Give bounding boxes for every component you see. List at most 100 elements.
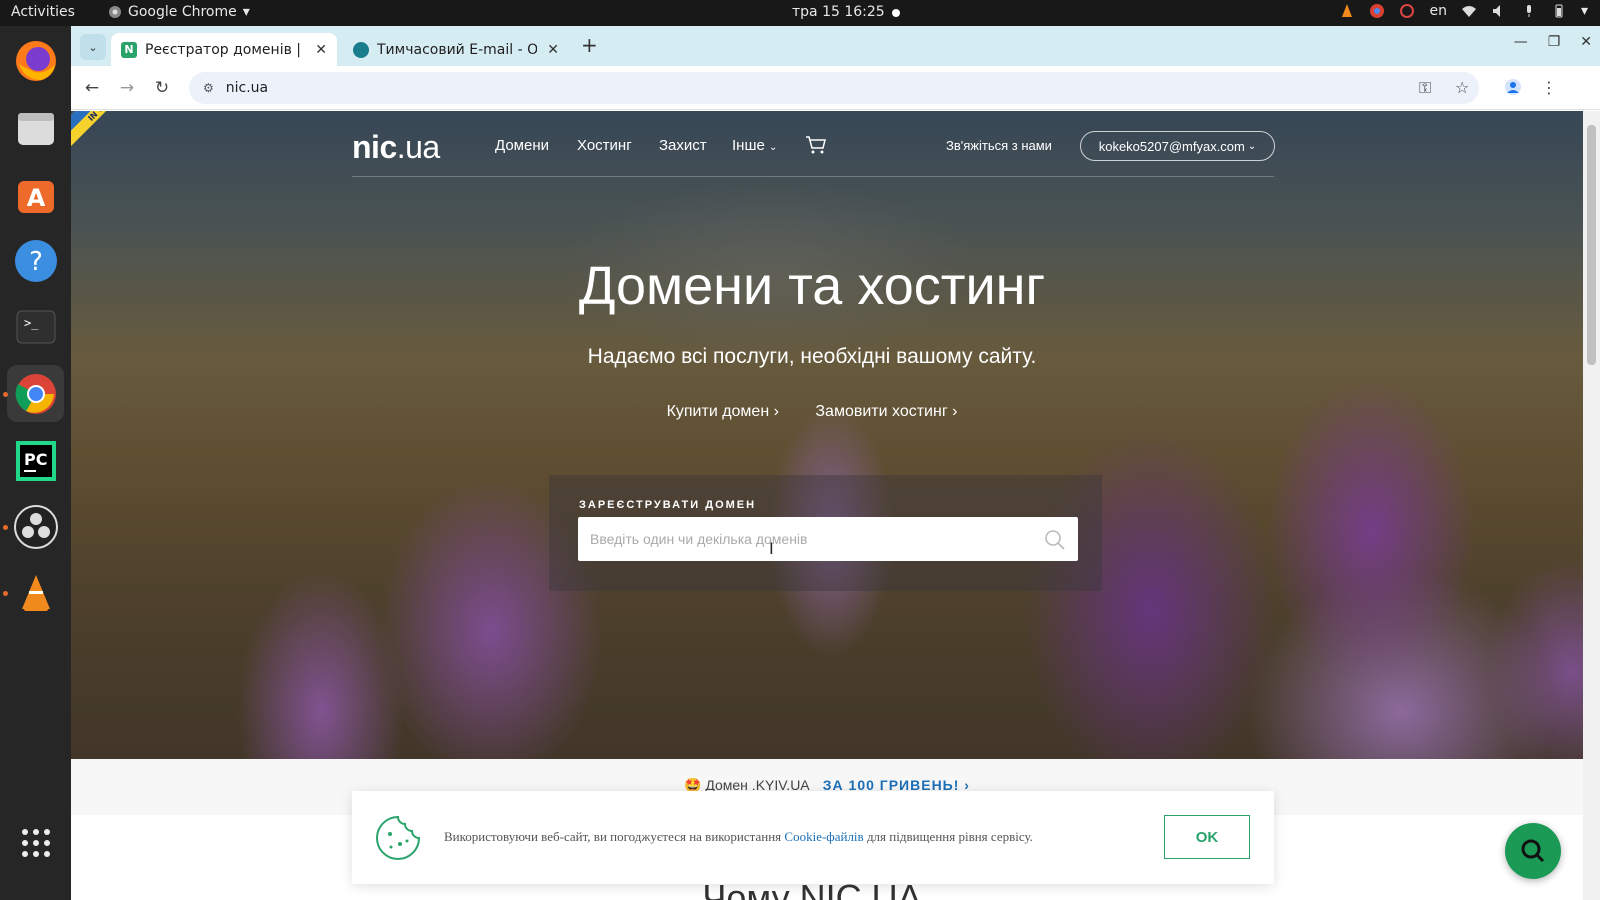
kebab-menu-icon[interactable]: ⋮ bbox=[1541, 78, 1557, 97]
running-indicator bbox=[3, 392, 8, 397]
nav-hosting[interactable]: Хостинг bbox=[577, 137, 632, 154]
chevron-down-icon: ▾ bbox=[242, 4, 250, 20]
window-controls: — ❐ ✕ bbox=[1514, 34, 1600, 50]
page-scrollbar[interactable] bbox=[1583, 111, 1600, 900]
floating-search-button[interactable] bbox=[1505, 823, 1561, 879]
firefox-icon bbox=[15, 40, 56, 81]
dock-pycharm[interactable]: PC bbox=[7, 432, 64, 489]
domain-search-input[interactable] bbox=[578, 517, 1078, 561]
account-email: kokeko5207@mfyax.com bbox=[1098, 138, 1245, 154]
order-hosting-link[interactable]: Замовити хостинг › bbox=[815, 403, 957, 420]
clock[interactable]: тра 15 16:25 bbox=[792, 4, 885, 20]
new-tab-button[interactable]: + bbox=[581, 33, 598, 57]
obs-icon bbox=[13, 504, 58, 549]
address-bar[interactable]: ⚙ nic.ua bbox=[189, 72, 1479, 104]
hero-links: Купити домен › Замовити хостинг › bbox=[71, 403, 1553, 421]
dock-firefox[interactable] bbox=[7, 32, 64, 89]
chrome-tray-icon[interactable] bbox=[1369, 3, 1385, 19]
cookie-banner: Використовуючи веб-сайт, ви погоджуєтеся… bbox=[352, 791, 1274, 884]
nav-other[interactable]: Інше ⌄ bbox=[732, 137, 777, 154]
cookie-icon bbox=[376, 815, 421, 860]
nic-favicon-icon: N bbox=[121, 41, 137, 58]
dock-obs[interactable] bbox=[7, 498, 64, 555]
battery-icon[interactable] bbox=[1551, 3, 1567, 19]
domain-search-panel: ЗАРЕЄСТРУВАТИ ДОМЕН bbox=[549, 475, 1102, 591]
stop-war-ribbon[interactable]: STOP WAR IN UKRAINE bbox=[71, 111, 162, 155]
web-page: STOP WAR IN UKRAINE nic.ua Домени Хостин… bbox=[71, 111, 1600, 900]
nav-protection[interactable]: Захист bbox=[659, 137, 707, 154]
wifi-icon[interactable] bbox=[1461, 3, 1477, 19]
password-key-icon[interactable]: ⚿ bbox=[1419, 78, 1431, 98]
buy-domain-link[interactable]: Купити домен › bbox=[667, 403, 779, 420]
chrome-window: ⌄ N Реєстратор доменів | N ✕ Тимчасовий … bbox=[71, 26, 1600, 900]
forward-icon[interactable]: → bbox=[115, 76, 139, 100]
system-tray[interactable]: en ▾ bbox=[1339, 3, 1588, 19]
language-indicator[interactable]: en bbox=[1429, 3, 1447, 19]
system-menu-chevron-icon[interactable]: ▾ bbox=[1581, 3, 1588, 19]
app-center-icon: A bbox=[17, 180, 54, 213]
notification-dot bbox=[892, 9, 900, 17]
show-apps-button[interactable] bbox=[7, 814, 64, 871]
contact-link[interactable]: Зв'яжіться з нами bbox=[946, 138, 1052, 153]
dock-app-center[interactable]: A bbox=[7, 166, 64, 223]
restore-icon[interactable]: ❐ bbox=[1548, 34, 1561, 50]
close-tab-icon[interactable]: ✕ bbox=[315, 42, 327, 58]
logo-suffix: .ua bbox=[396, 129, 440, 165]
close-window-icon[interactable]: ✕ bbox=[1580, 34, 1592, 50]
search-label: ЗАРЕЄСТРУВАТИ ДОМЕН bbox=[579, 499, 757, 511]
url-text[interactable]: nic.ua bbox=[226, 80, 268, 96]
tab-title: Тимчасовий E-mail - Од bbox=[377, 41, 538, 58]
activities-button[interactable]: Activities bbox=[11, 4, 75, 20]
cookie-text-before: Використовуючи веб-сайт, ви погоджуєтеся… bbox=[444, 829, 782, 844]
hero-title: Домени та хостинг bbox=[578, 256, 1046, 316]
app-grid-icon bbox=[21, 828, 50, 857]
dock-chrome[interactable] bbox=[7, 365, 64, 422]
chevron-down-icon: ⌄ bbox=[1247, 140, 1257, 152]
vlc-icon bbox=[21, 574, 50, 611]
vlc-tray-icon[interactable] bbox=[1339, 3, 1355, 19]
profile-icon[interactable] bbox=[1504, 78, 1522, 100]
chevron-down-icon: ⌄ bbox=[769, 142, 778, 153]
site-logo[interactable]: nic.ua bbox=[352, 129, 440, 166]
svg-text:?: ? bbox=[29, 247, 43, 277]
cookie-policy-link[interactable]: Cookie-файлів bbox=[784, 829, 863, 844]
search-icon[interactable] bbox=[1044, 529, 1066, 551]
chevron-down-icon: ⌄ bbox=[88, 40, 98, 54]
search-icon bbox=[1521, 839, 1545, 863]
nav-domains[interactable]: Домени bbox=[495, 137, 549, 154]
app-menu[interactable]: Google Chrome ▾ bbox=[108, 4, 250, 20]
nav-other-label: Інше bbox=[732, 137, 765, 154]
hero-subtitle: Надаємо всі послуги, необхідні вашому са… bbox=[587, 345, 1037, 368]
volume-icon[interactable] bbox=[1491, 3, 1507, 19]
account-dropdown[interactable]: kokeko5207@mfyax.com ⌄ bbox=[1080, 131, 1275, 161]
tab-nic-ua[interactable]: N Реєстратор доменів | N ✕ bbox=[111, 33, 337, 66]
app-menu-label: Google Chrome bbox=[128, 4, 237, 20]
help-icon: ? bbox=[14, 239, 57, 282]
scrollbar-thumb[interactable] bbox=[1587, 125, 1596, 365]
tab-temp-email[interactable]: Тимчасовий E-mail - Од ✕ bbox=[343, 33, 569, 66]
minimize-icon[interactable]: — bbox=[1514, 34, 1528, 50]
microphone-icon[interactable] bbox=[1521, 3, 1537, 19]
dock-files[interactable] bbox=[7, 100, 64, 157]
dock-help[interactable]: ? bbox=[7, 232, 64, 289]
text-cursor-icon: I bbox=[769, 539, 774, 558]
cookie-text-after: для підвищення рівня сервісу. bbox=[866, 829, 1033, 844]
files-icon bbox=[17, 112, 54, 145]
site-info-icon[interactable]: ⚙ bbox=[203, 81, 214, 95]
dock-vlc[interactable] bbox=[7, 564, 64, 621]
close-tab-icon[interactable]: ✕ bbox=[547, 42, 559, 58]
back-icon[interactable]: ← bbox=[80, 76, 104, 100]
hero-section: STOP WAR IN UKRAINE nic.ua Домени Хостин… bbox=[71, 111, 1583, 759]
bookmark-star-icon[interactable]: ☆ bbox=[1455, 78, 1469, 97]
dock-terminal[interactable]: >_ bbox=[7, 298, 64, 355]
running-indicator bbox=[3, 525, 8, 530]
site-header: nic.ua Домени Хостинг Захист Інше ⌄ Зв'я… bbox=[352, 129, 1275, 177]
tab-search-button[interactable]: ⌄ bbox=[80, 34, 106, 60]
cart-icon[interactable] bbox=[805, 135, 827, 155]
temp-mail-favicon-icon bbox=[353, 41, 369, 58]
reload-icon[interactable]: ↻ bbox=[150, 76, 174, 100]
chrome-icon bbox=[15, 373, 56, 414]
sync-tray-icon[interactable] bbox=[1399, 3, 1415, 19]
cookie-ok-button[interactable]: OK bbox=[1164, 815, 1250, 859]
tab-strip: ⌄ N Реєстратор доменів | N ✕ Тимчасовий … bbox=[71, 26, 1600, 66]
